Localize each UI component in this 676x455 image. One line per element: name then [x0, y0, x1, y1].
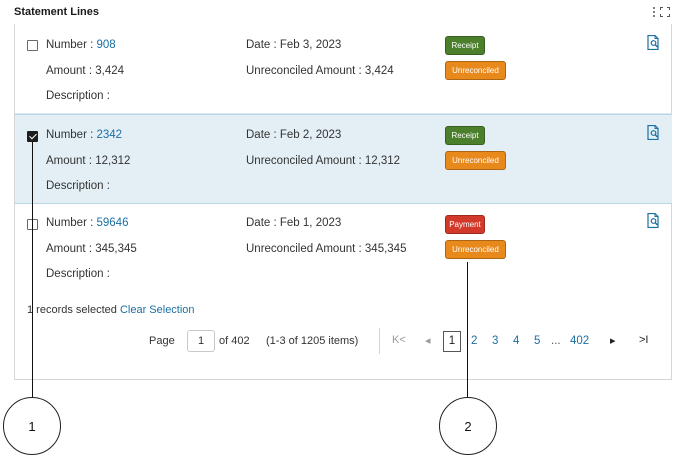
- document-search-icon[interactable]: [647, 125, 660, 140]
- page-button[interactable]: 5: [534, 335, 540, 347]
- number-label: Number :: [46, 39, 94, 51]
- amount-label: Amount :: [46, 65, 93, 77]
- page-button[interactable]: 2: [471, 335, 477, 347]
- date-value: Feb 1, 2023: [279, 217, 342, 229]
- clear-selection-link[interactable]: Clear Selection: [120, 304, 195, 316]
- description-label: Description :: [46, 180, 110, 192]
- statement-line-row[interactable]: Number : 908 Amount : 3,424 Description …: [15, 24, 672, 114]
- page-button[interactable]: 4: [513, 335, 519, 347]
- panel-header: Statement Lines: [14, 6, 672, 22]
- date-value: Feb 3, 2023: [279, 39, 342, 51]
- amount-value: 345,345: [95, 243, 137, 255]
- status-badge: Unreconciled: [445, 240, 506, 259]
- date-value: Feb 2, 2023: [279, 129, 342, 141]
- pagination-ellipsis: ...: [551, 335, 561, 347]
- last-page-icon[interactable]: >I: [639, 334, 648, 346]
- date-field: Date : Feb 2, 2023: [246, 129, 341, 141]
- amount-value: 12,312: [95, 155, 131, 167]
- unreconciled-amount-value: 345,345: [364, 243, 407, 255]
- panel-actions: [652, 7, 670, 17]
- date-label: Date :: [246, 39, 277, 51]
- selection-info: 1 records selected Clear Selection: [27, 304, 195, 316]
- number-link[interactable]: 59646: [97, 217, 129, 229]
- date-label: Date :: [246, 129, 277, 141]
- amount-field: Amount : 12,312: [46, 155, 130, 167]
- row-checkbox[interactable]: [27, 40, 38, 51]
- number-label: Number :: [46, 129, 94, 141]
- amount-value: 3,424: [95, 65, 125, 77]
- amount-field: Amount : 3,424: [46, 65, 124, 77]
- unreconciled-amount-value: 3,424: [364, 65, 394, 77]
- status-badge: Unreconciled: [445, 61, 506, 80]
- unreconciled-amount-label: Unreconciled Amount :: [246, 65, 362, 77]
- type-badge: Receipt: [445, 36, 485, 55]
- document-search-icon[interactable]: [647, 213, 660, 228]
- number-link[interactable]: 2342: [97, 129, 123, 141]
- date-label: Date :: [246, 217, 277, 229]
- callout-2: 2: [439, 397, 497, 455]
- next-page-icon[interactable]: ▸: [610, 334, 616, 347]
- number-field: Number : 908: [46, 39, 116, 51]
- pagination: Page 1 of 402 (1-3 of 1205 items) K< ◂ 1…: [15, 326, 672, 356]
- statement-lines-card: Number : 908 Amount : 3,424 Description …: [14, 24, 672, 380]
- status-badge: Unreconciled: [445, 151, 506, 170]
- page-button[interactable]: 3: [492, 335, 498, 347]
- number-field: Number : 2342: [46, 129, 122, 141]
- amount-field: Amount : 345,345: [46, 243, 137, 255]
- callout-1-line: [32, 142, 33, 398]
- page-label: Page: [149, 335, 175, 347]
- amount-label: Amount :: [46, 155, 93, 167]
- callout-2-line: [467, 262, 468, 398]
- page-button-last[interactable]: 402: [570, 335, 589, 347]
- unreconciled-amount-value: 12,312: [364, 155, 401, 167]
- document-search-icon[interactable]: [647, 35, 660, 50]
- description-label: Description :: [46, 90, 110, 102]
- date-field: Date : Feb 3, 2023: [246, 39, 341, 51]
- unreconciled-amount-field: Unreconciled Amount : 345,345: [246, 243, 406, 255]
- expand-icon[interactable]: [660, 7, 670, 17]
- row-checkbox-checked[interactable]: [27, 131, 38, 142]
- statement-line-row-selected[interactable]: Number : 2342 Amount : 12,312 Descriptio…: [15, 114, 672, 204]
- first-page-icon[interactable]: K<: [392, 334, 406, 346]
- number-label: Number :: [46, 217, 94, 229]
- statement-line-row[interactable]: Number : 59646 Amount : 345,345 Descript…: [15, 204, 672, 294]
- unreconciled-amount-label: Unreconciled Amount :: [246, 155, 362, 167]
- panel-title: Statement Lines: [14, 6, 99, 18]
- description-label: Description :: [46, 268, 110, 280]
- more-options-icon[interactable]: [652, 7, 656, 17]
- callout-1: 1: [3, 397, 61, 455]
- date-field: Date : Feb 1, 2023: [246, 217, 341, 229]
- number-link[interactable]: 908: [97, 39, 116, 51]
- selection-count: 1 records selected: [27, 304, 117, 316]
- page-number-input[interactable]: 1: [187, 330, 215, 352]
- amount-label: Amount :: [46, 243, 93, 255]
- unreconciled-amount-field: Unreconciled Amount : 12,312: [246, 155, 400, 167]
- type-badge: Receipt: [445, 126, 485, 145]
- unreconciled-amount-field: Unreconciled Amount : 3,424: [246, 65, 394, 77]
- previous-page-icon[interactable]: ◂: [425, 334, 431, 347]
- type-badge: Payment: [445, 215, 485, 234]
- item-range-label: (1-3 of 1205 items): [266, 335, 359, 347]
- pagination-divider: [379, 328, 380, 354]
- page-count-label: of 402: [219, 335, 250, 347]
- page-button-current[interactable]: 1: [443, 331, 461, 352]
- number-field: Number : 59646: [46, 217, 128, 229]
- unreconciled-amount-label: Unreconciled Amount :: [246, 243, 362, 255]
